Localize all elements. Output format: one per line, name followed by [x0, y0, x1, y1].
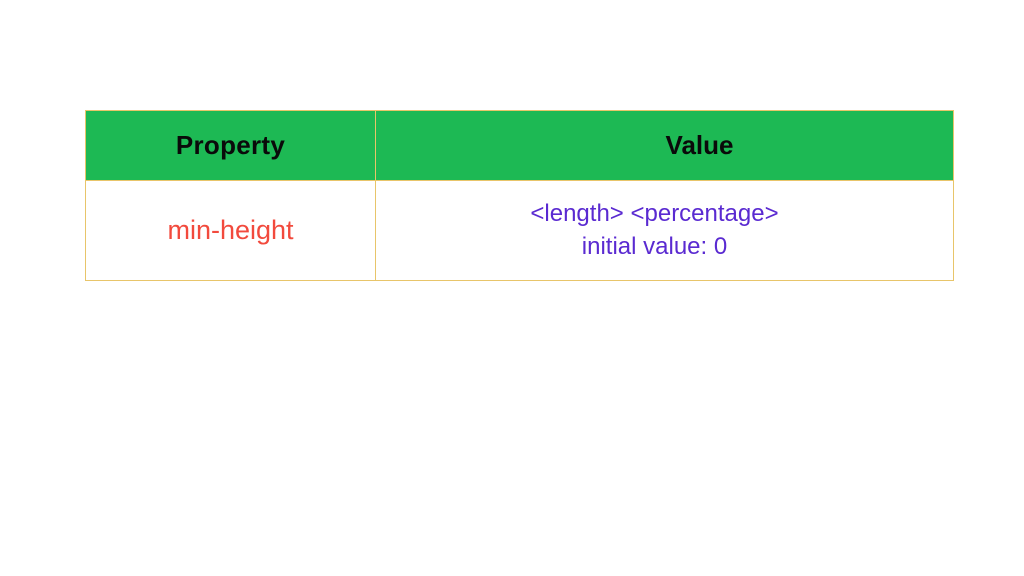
table-header-row: Property Value — [86, 111, 954, 181]
header-property: Property — [86, 111, 376, 181]
value-line-2: initial value: 0 — [386, 231, 923, 263]
property-cell: min-height — [86, 181, 376, 281]
header-value: Value — [376, 111, 954, 181]
value-line-1: <length> <percentage> — [386, 198, 923, 230]
value-cell: <length> <percentage> initial value: 0 — [376, 181, 954, 281]
table-row: min-height <length> <percentage> initial… — [86, 181, 954, 281]
css-property-table: Property Value min-height <length> <perc… — [85, 110, 954, 281]
